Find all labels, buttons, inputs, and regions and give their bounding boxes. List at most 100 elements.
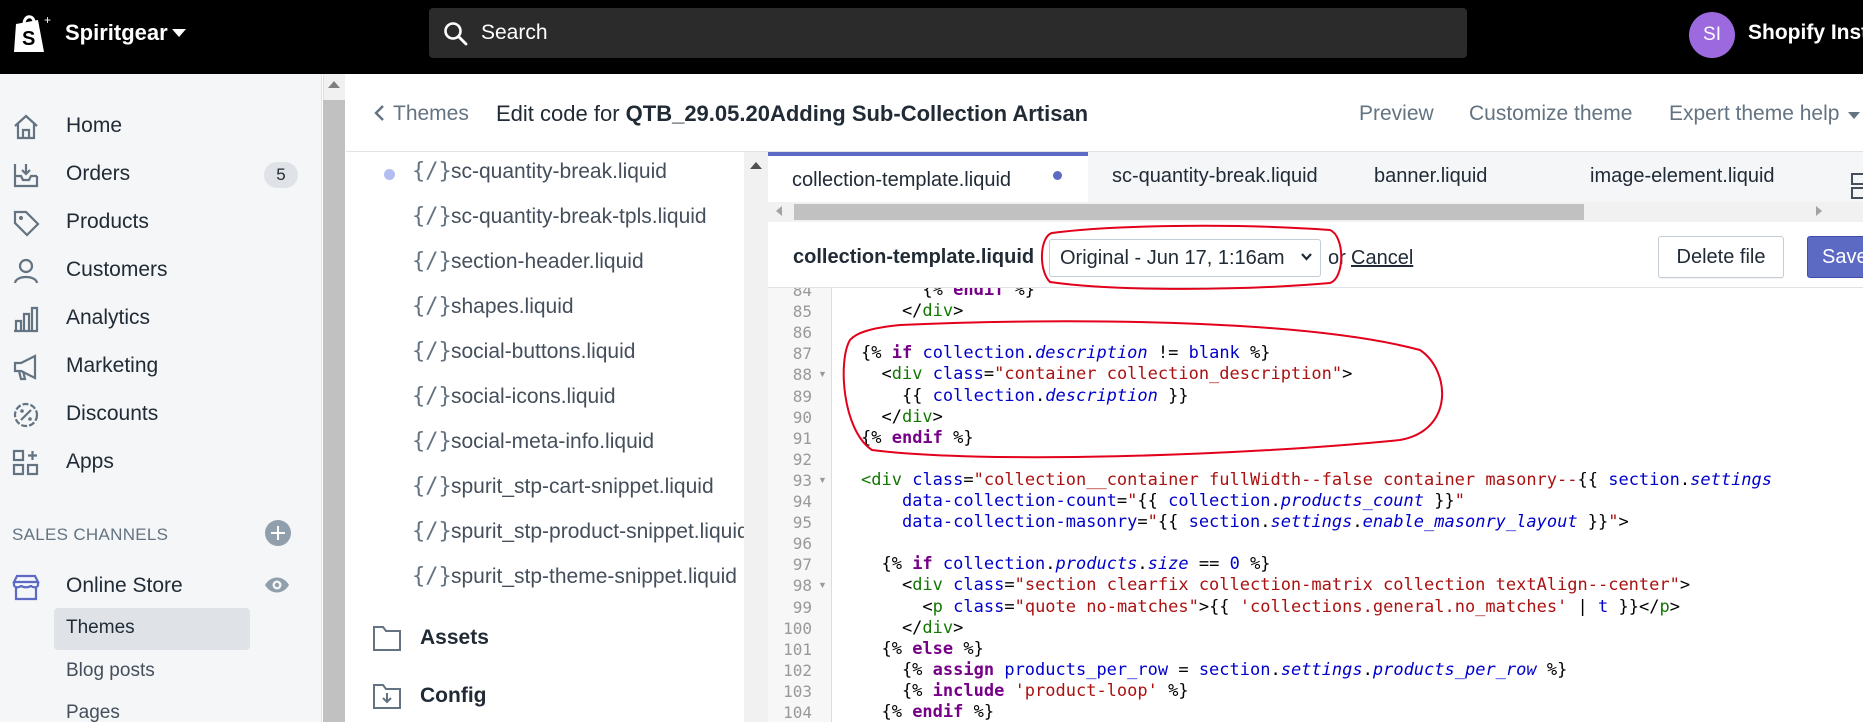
- code-line[interactable]: {% include 'product-loop' %}: [861, 681, 1189, 702]
- file-item[interactable]: {/} shapes.liquid: [346, 287, 744, 331]
- line-number: 87: [792, 344, 812, 364]
- line-number: 92: [792, 449, 812, 469]
- sidebar-subitem-pages[interactable]: Pages: [54, 693, 250, 722]
- code-line[interactable]: {% if collection.description != blank %}: [861, 343, 1271, 364]
- split-view-icon[interactable]: [1850, 170, 1863, 202]
- code-line[interactable]: <div class="collection__container fullWi…: [861, 470, 1772, 491]
- file-item[interactable]: {/} spurit_stp-theme-snippet.liquid: [346, 557, 744, 601]
- liquid-file-icon: {/}: [412, 294, 452, 319]
- sidebar-item-marketing[interactable]: Marketing: [0, 344, 300, 388]
- tab-banner[interactable]: banner.liquid: [1326, 152, 1516, 202]
- fold-toggle-icon[interactable]: ▼: [818, 364, 827, 385]
- apps-icon: [12, 449, 39, 476]
- tab-image-element[interactable]: image-element.liquid: [1516, 152, 1846, 202]
- code-line[interactable]: {% endif %}: [861, 428, 974, 449]
- person-icon: [13, 258, 39, 284]
- sidebar-item-orders[interactable]: Orders 5: [0, 152, 300, 196]
- tabs-scrollbar-thumb[interactable]: [794, 204, 1584, 220]
- fold-toggle-icon[interactable]: ▼: [818, 575, 827, 596]
- sidebar-subitem-label: Pages: [66, 702, 120, 722]
- line-number: 94: [792, 492, 812, 511]
- code-line[interactable]: {% if collection.products.size == 0 %}: [861, 554, 1270, 575]
- sidebar-item-label: Customers: [66, 258, 168, 281]
- fold-toggle-icon[interactable]: ▼: [818, 470, 827, 491]
- liquid-file-icon: {/}: [412, 204, 452, 229]
- folder-assets[interactable]: Assets: [346, 612, 744, 662]
- code-line[interactable]: </div>: [861, 618, 963, 639]
- orders-count-badge: 5: [264, 162, 298, 188]
- sidebar-item-home[interactable]: Home: [0, 104, 300, 148]
- code-line[interactable]: data-collection-masonry="{{ section.sett…: [861, 512, 1629, 533]
- sidebar-scrollbar-thumb[interactable]: [323, 100, 345, 722]
- user-name[interactable]: Shopify Inst: [1748, 21, 1863, 45]
- expert-theme-help-link[interactable]: Expert theme help: [1669, 102, 1839, 126]
- file-item[interactable]: {/} section-header.liquid: [346, 242, 744, 286]
- sidebar-item-online-store[interactable]: Online Store: [0, 564, 300, 608]
- search-input[interactable]: [481, 8, 1441, 58]
- tab-sc-quantity-break[interactable]: sc-quantity-break.liquid: [1088, 152, 1326, 202]
- store-icon: [12, 574, 40, 601]
- chevron-down-icon[interactable]: [1300, 252, 1313, 262]
- code-line[interactable]: {% else %}: [861, 639, 983, 660]
- folder-download-icon: [373, 684, 401, 709]
- file-item[interactable]: {/} spurit_stp-product-snippet.liquid: [346, 512, 744, 556]
- save-button[interactable]: Save: [1807, 236, 1863, 278]
- code-line[interactable]: </div>: [861, 301, 963, 322]
- code-line[interactable]: {{ collection.description }}: [861, 386, 1189, 407]
- sidebar-item-apps[interactable]: Apps: [0, 440, 300, 484]
- sidebar-item-discounts[interactable]: Discounts: [0, 392, 300, 436]
- store-switcher-caret-icon[interactable]: [172, 29, 186, 37]
- scroll-left-arrow-icon[interactable]: [776, 206, 782, 216]
- sidebar-subitem-blog-posts[interactable]: Blog posts: [54, 651, 250, 693]
- code-line[interactable]: {% assign products_per_row = section.set…: [861, 660, 1567, 681]
- search-bar[interactable]: [429, 8, 1467, 58]
- tab-collection-template[interactable]: collection-template.liquid: [768, 152, 1088, 202]
- shopify-logo-icon[interactable]: S +: [10, 12, 54, 56]
- scroll-up-arrow-icon[interactable]: [328, 81, 340, 88]
- file-item[interactable]: {/} sc-quantity-break-tpls.liquid: [346, 197, 744, 241]
- sidebar-item-analytics[interactable]: Analytics: [0, 296, 300, 340]
- store-name[interactable]: Spiritgear: [65, 20, 168, 46]
- tag-icon: [13, 210, 40, 237]
- file-item[interactable]: {/} social-icons.liquid: [346, 377, 744, 421]
- liquid-file-icon: {/}: [412, 384, 452, 409]
- file-item[interactable]: {/} sc-quantity-break.liquid: [346, 152, 744, 196]
- top-bar: S + Spiritgear SI Shopify Inst: [0, 0, 1863, 74]
- code-line[interactable]: data-collection-count="{{ collection.pro…: [861, 491, 1465, 512]
- view-store-eye-icon[interactable]: [263, 574, 291, 596]
- code-line[interactable]: <p class="quote no-matches">{{ 'collecti…: [861, 597, 1680, 618]
- sidebar-subitem-themes[interactable]: Themes: [54, 608, 250, 650]
- line-number: 97: [792, 555, 812, 575]
- scroll-right-arrow-icon[interactable]: [1816, 206, 1822, 216]
- code-editor[interactable]: {% endif %} </div> {% if collection.descr…: [833, 288, 1863, 722]
- file-tree-scrollbar[interactable]: [744, 152, 768, 722]
- file-item[interactable]: {/} spurit_stp-cart-snippet.liquid: [346, 467, 744, 511]
- back-to-themes-link[interactable]: Themes: [393, 102, 469, 126]
- folder-config[interactable]: Config: [346, 670, 744, 720]
- code-line[interactable]: </div>: [861, 407, 942, 428]
- code-line[interactable]: {% endif %}: [861, 702, 994, 722]
- sidebar-item-products[interactable]: Products: [0, 200, 300, 244]
- code-line[interactable]: {% endif %}: [861, 288, 1035, 301]
- line-number: 100: [783, 618, 812, 638]
- sidebar-item-customers[interactable]: Customers: [0, 248, 300, 292]
- cancel-link[interactable]: Cancel: [1351, 247, 1413, 270]
- version-select[interactable]: Original - Jun 17, 1:16am: [1049, 239, 1321, 277]
- line-number: 95: [792, 513, 812, 533]
- file-item[interactable]: {/} social-meta-info.liquid: [346, 422, 744, 466]
- add-sales-channel-button[interactable]: [265, 520, 291, 546]
- code-line[interactable]: <div class="container collection_descrip…: [861, 364, 1352, 385]
- sidebar-item-label: Marketing: [66, 354, 159, 377]
- code-line[interactable]: <div class="section clearfix collection-…: [861, 575, 1690, 596]
- customize-theme-link[interactable]: Customize theme: [1469, 102, 1632, 126]
- chevron-down-icon[interactable]: [1848, 112, 1860, 119]
- chevron-left-icon[interactable]: [373, 104, 385, 122]
- sidebar-subitem-label: Blog posts: [66, 660, 155, 681]
- sales-channels-heading: SALES CHANNELS: [12, 525, 169, 544]
- modified-dot-icon: [384, 169, 395, 180]
- avatar[interactable]: SI: [1689, 12, 1735, 58]
- delete-file-button[interactable]: Delete file: [1658, 236, 1784, 278]
- preview-link[interactable]: Preview: [1359, 102, 1434, 126]
- scroll-up-arrow-icon[interactable]: [750, 162, 762, 169]
- file-item[interactable]: {/} social-buttons.liquid: [346, 332, 744, 376]
